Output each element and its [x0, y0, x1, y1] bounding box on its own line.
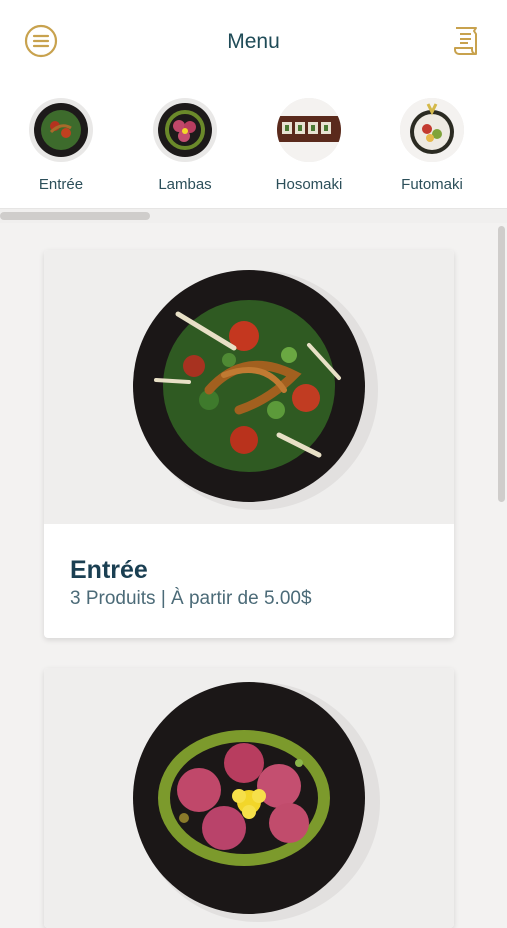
card-image: [44, 250, 454, 524]
horizontal-scrollbar[interactable]: [0, 208, 507, 223]
salad-bowl-image: [133, 270, 378, 510]
card-image: [44, 668, 454, 928]
category-label: Entrée: [38, 176, 84, 193]
category-strip: Entrée Lambas Hosomaki Futomaki: [0, 84, 507, 208]
category-futomaki[interactable]: Futomaki: [377, 98, 487, 193]
page-title: Menu: [227, 30, 280, 53]
app-header: Menu: [0, 0, 507, 84]
tuna-roll-bowl-image: [133, 682, 380, 922]
tuna-roll-image: [158, 103, 212, 157]
category-card[interactable]: [44, 668, 454, 928]
category-thumb: [400, 98, 464, 162]
horizontal-scroll-thumb[interactable]: [0, 212, 150, 220]
card-subtitle: 3 Produits | À partir de 5.00$: [70, 588, 312, 609]
futomaki-image: [400, 98, 464, 162]
vertical-scroll-thumb[interactable]: [498, 226, 505, 502]
category-label: Hosomaki: [275, 176, 343, 193]
salad-bowl-image: [34, 103, 88, 157]
category-card[interactable]: Entrée 3 Produits | À partir de 5.00$: [44, 250, 454, 638]
receipt-icon: [454, 27, 477, 55]
card-title: Entrée: [70, 556, 148, 584]
hosomaki-image: [277, 98, 341, 162]
category-label: Lambas: [158, 176, 212, 193]
category-label: Futomaki: [401, 176, 463, 193]
category-thumb: [29, 98, 93, 162]
category-thumb: [153, 98, 217, 162]
category-hosomaki[interactable]: Hosomaki: [254, 98, 364, 193]
receipt-button[interactable]: [447, 22, 483, 58]
category-thumb: [277, 98, 341, 162]
category-lambas[interactable]: Lambas: [130, 98, 240, 193]
vertical-scrollbar[interactable]: [497, 222, 507, 900]
category-entree[interactable]: Entrée: [6, 98, 116, 193]
